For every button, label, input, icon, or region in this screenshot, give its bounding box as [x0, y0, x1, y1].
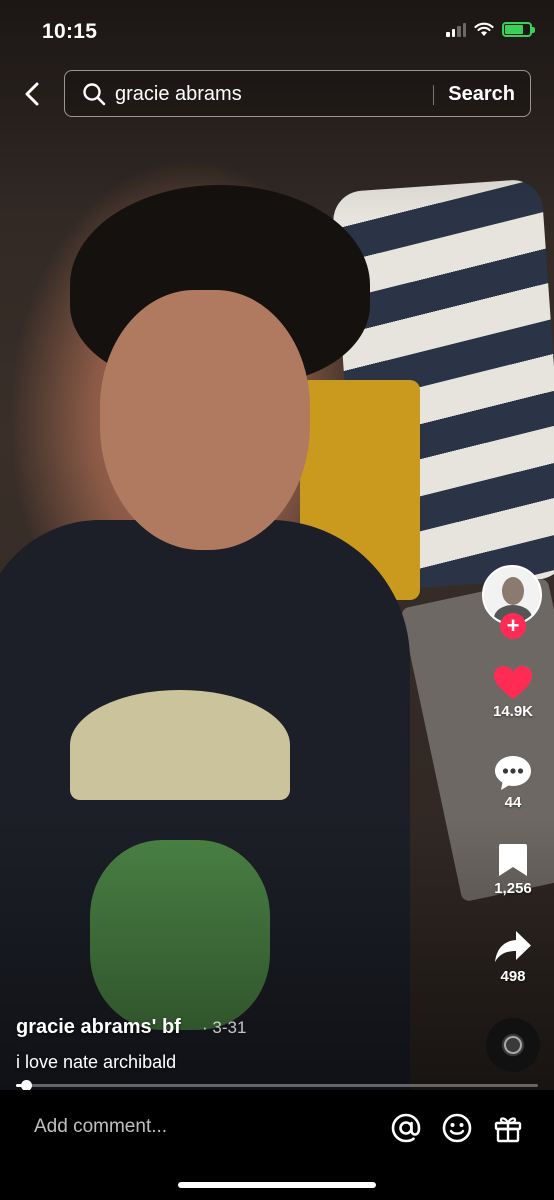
- search-button[interactable]: Search: [448, 83, 515, 106]
- post-caption: i love nate archibald: [16, 1052, 177, 1072]
- video-progress-bar[interactable]: [16, 1080, 538, 1091]
- battery-icon: [502, 22, 535, 37]
- comment-button[interactable]: 44: [483, 754, 543, 811]
- home-indicator: [178, 1182, 376, 1188]
- search-icon: [83, 83, 106, 106]
- music-icon: [504, 1036, 522, 1054]
- search-input[interactable]: gracie abrams Search: [64, 70, 531, 117]
- gift-icon: [494, 1117, 522, 1143]
- at-icon: [391, 1113, 421, 1143]
- comment-bar: Add comment...: [0, 1090, 554, 1200]
- wifi-icon: [474, 22, 494, 36]
- smiley-icon: [442, 1113, 472, 1143]
- author-name[interactable]: gracie abrams' bf: [16, 1016, 181, 1039]
- like-button[interactable]: 14.9K: [483, 665, 543, 720]
- divider: [433, 85, 434, 105]
- chevron-left-icon: [25, 82, 39, 106]
- share-button[interactable]: 498: [483, 928, 543, 985]
- share-count: 498: [500, 968, 526, 985]
- like-count: 14.9K: [492, 703, 534, 720]
- sound-disc[interactable]: [486, 1018, 540, 1072]
- comment-input[interactable]: Add comment...: [34, 1116, 167, 1138]
- video-player[interactable]: [0, 0, 554, 1090]
- save-count: 1,256: [494, 880, 532, 897]
- save-button[interactable]: 1,256: [483, 842, 543, 897]
- comment-bubble-icon: [495, 756, 531, 790]
- post-date: · 3-31: [202, 1018, 247, 1037]
- heart-icon: [494, 666, 532, 699]
- status-icons: [446, 22, 535, 37]
- gift-button[interactable]: [492, 1112, 524, 1144]
- avatar-head: [502, 577, 524, 605]
- comment-count: 44: [504, 794, 522, 811]
- follow-button[interactable]: +: [500, 613, 526, 639]
- signal-icon: [446, 22, 466, 37]
- back-button[interactable]: [16, 76, 48, 112]
- share-arrow-icon: [495, 931, 531, 962]
- search-query: gracie abrams: [115, 83, 242, 105]
- bookmark-icon: [499, 844, 527, 876]
- mention-button[interactable]: [390, 1112, 422, 1144]
- video-overlay: [0, 0, 554, 1090]
- emoji-button[interactable]: [441, 1112, 473, 1144]
- status-time: 10:15: [42, 20, 98, 43]
